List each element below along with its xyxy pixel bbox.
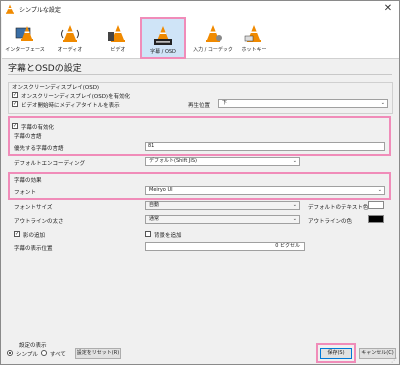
effects-group-title: 字幕の効果	[14, 178, 42, 184]
enable-osd-checkbox[interactable]: ✓	[12, 92, 18, 98]
font-size-label: フォントサイズ	[14, 205, 53, 211]
outline-color-label: アウトラインの色	[308, 219, 353, 225]
chevron-down-icon: ⌄	[380, 100, 385, 106]
window-title: シンプルな設定	[19, 6, 61, 14]
audio-cone-icon	[61, 25, 79, 42]
tab-interface[interactable]: インターフェース	[5, 17, 45, 59]
tab-label: 字幕 / OSD	[150, 49, 176, 55]
show-title-checkbox[interactable]: ✓	[12, 101, 18, 107]
shadow-checkbox[interactable]: ✓	[14, 231, 20, 237]
font-value: Meiryo UI	[149, 187, 173, 193]
page-title: 字幕とOSDの設定	[8, 64, 82, 74]
encoding-value: デフォルト(Shift JIS)	[149, 158, 197, 164]
subtitle-position-label: 字幕の表示位置	[14, 246, 53, 252]
close-icon[interactable]: ✕	[383, 4, 393, 14]
font-size-value: 自動	[149, 202, 160, 208]
preferences-window: シンプルな設定 ✕ インターフェース オーディオ ビデオ 字幕 / OSD 入力…	[0, 0, 400, 365]
background-label: 背景を追加	[154, 233, 182, 239]
tab-label: インターフェース	[5, 47, 45, 53]
all-radio[interactable]	[41, 350, 47, 356]
background-checkbox[interactable]	[145, 231, 151, 237]
resize-grip-icon[interactable]: ⋰	[391, 357, 397, 364]
tab-label: ビデオ	[110, 47, 126, 53]
outline-width-label: アウトラインの太さ	[14, 219, 64, 225]
enable-subtitles-label: 字幕の有効化	[21, 125, 55, 131]
save-button[interactable]: 保存(S)	[320, 348, 352, 359]
all-radio-label: すべて	[50, 352, 66, 358]
preferred-language-input[interactable]: 81	[145, 142, 385, 151]
outline-width-select[interactable]: 通常 ⌄	[145, 215, 300, 224]
chevron-down-icon: ⌄	[292, 216, 297, 222]
shadow-label: 影の追加	[23, 233, 46, 239]
footer: 設定の表示 シンプル すべて 設定をリセット(R) 保存(S) キャンセル(C)…	[1, 341, 399, 365]
enable-subtitles-checkbox[interactable]: ✓	[12, 123, 18, 129]
tab-input-codecs[interactable]: 入力 / コーデック	[188, 17, 238, 59]
text-color-label: デフォルトのテキスト色	[308, 205, 369, 211]
settings-panel: オンスクリーンディスプレイ(OSD) ✓ オンスクリーンディスプレイ(OSD)を…	[8, 79, 393, 341]
encoding-select[interactable]: デフォルト(Shift JIS) ⌄	[145, 157, 300, 166]
vlc-cone-icon	[6, 4, 14, 14]
simple-radio-label: シンプル	[16, 352, 38, 358]
font-select[interactable]: Meiryo UI ⌄	[145, 186, 385, 195]
chevron-down-icon: ⌄	[292, 158, 297, 164]
hotkeys-cone-icon	[244, 25, 261, 42]
font-label: フォント	[14, 190, 37, 196]
tab-audio[interactable]: オーディオ	[50, 17, 90, 59]
outline-color-button[interactable]	[368, 215, 384, 223]
osd-position-select[interactable]: 下 ⌄	[218, 99, 388, 108]
tab-label: ホットキー	[241, 47, 267, 53]
tab-label: 入力 / コーデック	[193, 47, 233, 53]
tab-hotkeys[interactable]: ホットキー	[234, 17, 274, 59]
tab-subtitles-osd[interactable]: 字幕 / OSD	[140, 17, 186, 59]
osd-position-label: 再生位置	[188, 103, 211, 109]
subtitle-position-value: 0 ピクセル	[275, 243, 300, 249]
enable-osd-label: オンスクリーンディスプレイ(OSD)を有効化	[21, 94, 131, 100]
osd-position-value: 下	[222, 100, 228, 106]
input-codecs-cone-icon	[206, 25, 222, 42]
outline-width-value: 通常	[149, 216, 160, 222]
show-settings-label: 設定の表示	[19, 343, 47, 349]
chevron-down-icon: ⌄	[292, 202, 297, 208]
divider	[8, 74, 392, 75]
osd-group-title: オンスクリーンディスプレイ(OSD)	[12, 85, 100, 91]
font-size-select[interactable]: 自動 ⌄	[145, 201, 300, 210]
interface-cone-icon	[15, 26, 33, 41]
video-cone-icon	[108, 25, 125, 42]
encoding-label: デフォルトエンコーディング	[14, 161, 86, 167]
subtitles-cone-icon	[154, 26, 172, 45]
title-bar: シンプルな設定 ✕	[1, 1, 399, 17]
subtitle-position-spinbox[interactable]: 0 ピクセル	[145, 242, 305, 251]
tab-label: オーディオ	[57, 47, 83, 53]
category-toolbar: インターフェース オーディオ ビデオ 字幕 / OSD 入力 / コーデック ホ…	[2, 17, 399, 59]
simple-radio[interactable]	[7, 350, 13, 356]
tab-video[interactable]: ビデオ	[98, 17, 138, 59]
chevron-down-icon: ⌄	[377, 187, 382, 193]
text-color-button[interactable]	[368, 201, 384, 209]
reset-button[interactable]: 設定をリセット(R)	[75, 348, 121, 359]
show-title-label: ビデオ開始時にメディアタイトルを表示	[21, 103, 120, 109]
preferred-language-label: 優先する字幕の言語	[14, 146, 64, 152]
language-group-title: 字幕の言語	[14, 134, 42, 140]
